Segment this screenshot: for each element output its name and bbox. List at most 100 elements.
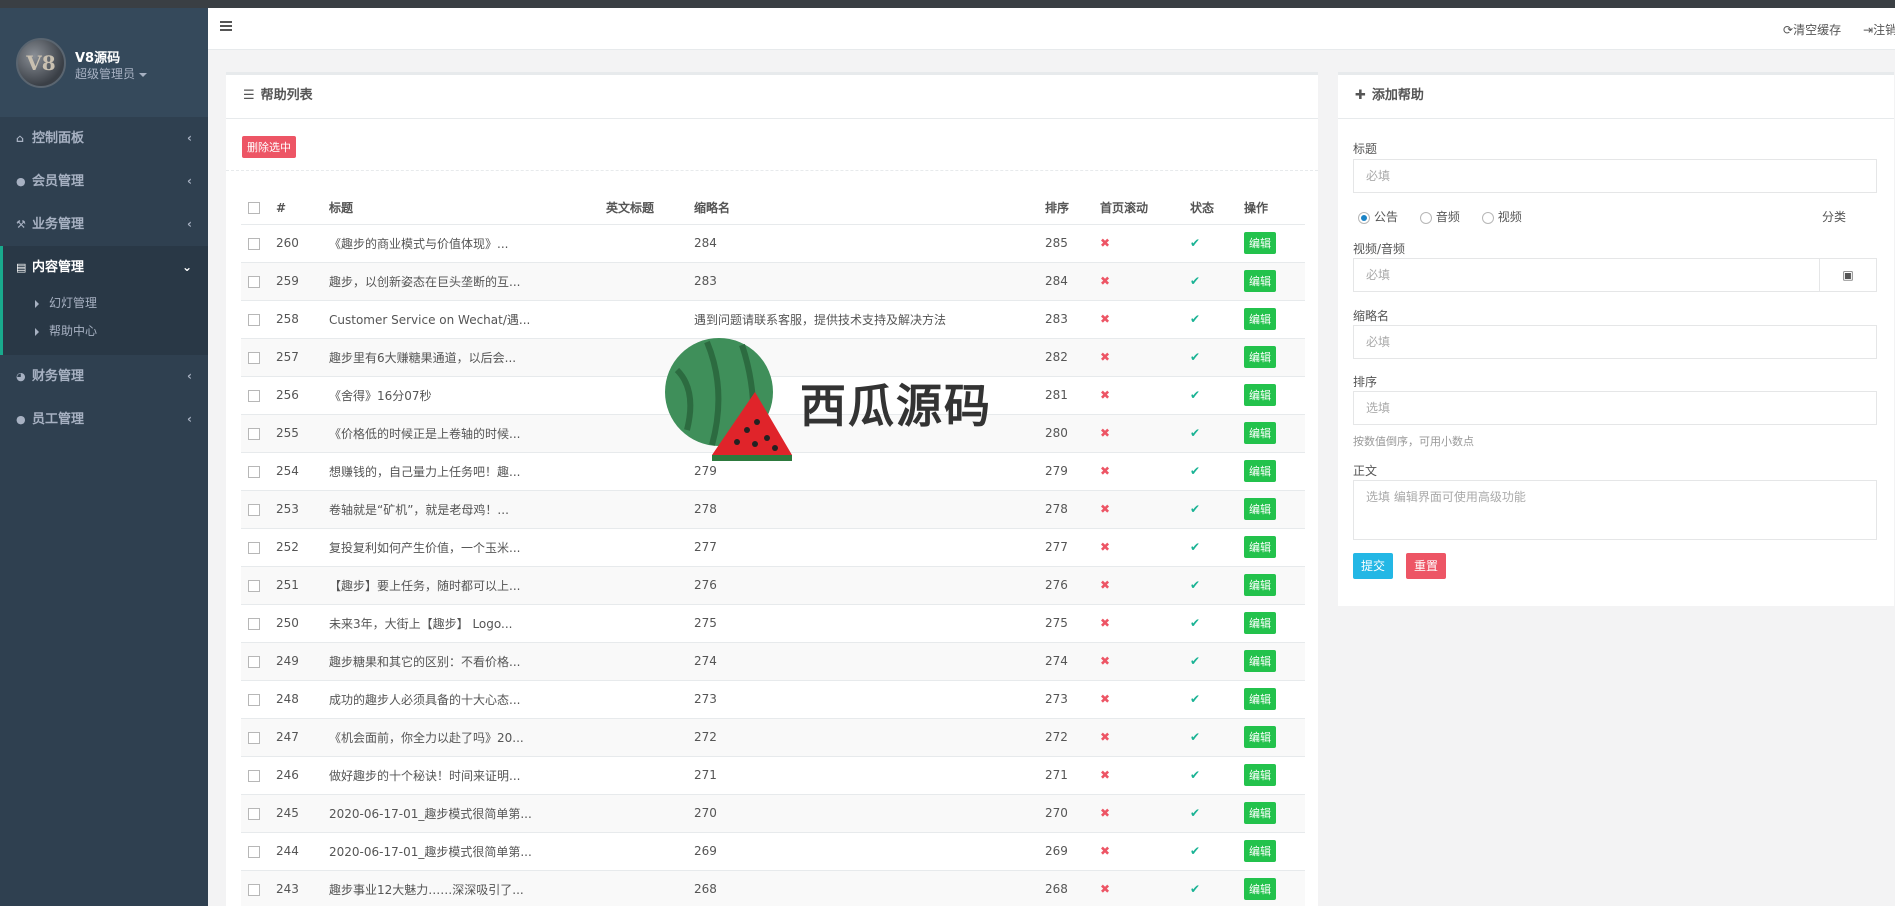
row-id: 253 <box>269 490 322 529</box>
sidebar-subitem-label: 帮助中心 <box>49 324 98 338</box>
edit-button[interactable]: 编辑 <box>1244 346 1276 368</box>
row-checkbox[interactable] <box>248 579 260 592</box>
edit-button[interactable]: 编辑 <box>1244 650 1276 672</box>
row-en-title <box>599 604 687 643</box>
row-select-cell <box>241 680 269 719</box>
radio-audio[interactable]: 音频 <box>1419 208 1460 225</box>
sidebar-item-staff[interactable]: ● 员工管理 ‹ <box>0 398 208 441</box>
title-input[interactable]: 必填 <box>1353 159 1877 193</box>
image-upload-button[interactable]: ▣ <box>1819 258 1877 292</box>
row-checkbox[interactable] <box>248 351 260 364</box>
edit-button[interactable]: 编辑 <box>1244 764 1276 786</box>
logout-link[interactable]: ⇥注销 <box>1863 21 1895 38</box>
row-title: 做好趣步的十个秘诀！时间来证明... <box>322 756 599 795</box>
cross-icon: ✖ <box>1100 464 1111 478</box>
edit-button[interactable]: 编辑 <box>1244 878 1276 900</box>
row-checkbox[interactable] <box>248 503 260 516</box>
edit-button[interactable]: 编辑 <box>1244 688 1276 710</box>
row-scroll-cell: ✖ <box>1093 680 1183 719</box>
row-id: 251 <box>269 566 322 605</box>
menu-toggle-icon[interactable] <box>220 21 232 33</box>
sidebar-item-business[interactable]: ⚒ 业务管理 ‹ <box>0 203 208 246</box>
list-icon: ☰ <box>243 88 255 103</box>
row-checkbox[interactable] <box>248 655 260 668</box>
column-header: 标题 <box>322 192 599 225</box>
row-checkbox[interactable] <box>248 731 260 744</box>
row-order: 277 <box>1038 528 1093 567</box>
edit-button[interactable]: 编辑 <box>1244 460 1276 482</box>
avatar[interactable]: V8 <box>16 38 66 88</box>
row-en-title <box>599 870 687 906</box>
row-title: 未来3年，大街上【趣步】 Logo... <box>322 604 599 643</box>
reset-button[interactable]: 重置 <box>1406 553 1447 579</box>
row-action-cell: 编辑 <box>1237 414 1305 453</box>
row-checkbox[interactable] <box>248 427 260 440</box>
submit-button[interactable]: 提交 <box>1353 553 1394 579</box>
radio-dot <box>1481 211 1494 224</box>
sidebar-item-dashboard[interactable]: ⌂ 控制面板 ‹ <box>0 117 208 160</box>
row-slug: 273 <box>687 680 1038 719</box>
body-textarea[interactable]: 选填 编辑界面可使用高级功能 <box>1353 480 1877 540</box>
profile-role-dropdown[interactable]: 超级管理员 <box>75 65 148 82</box>
order-input[interactable]: 选填 <box>1353 391 1877 425</box>
row-checkbox[interactable] <box>248 883 260 896</box>
row-select-cell <box>241 756 269 795</box>
table-header-row: # 标题 英文标题 缩略名 排序 首页滚动 状态 操作 <box>241 192 1305 225</box>
edit-button[interactable]: 编辑 <box>1244 308 1276 330</box>
edit-button[interactable]: 编辑 <box>1244 384 1276 406</box>
edit-button[interactable]: 编辑 <box>1244 574 1276 596</box>
edit-button[interactable]: 编辑 <box>1244 232 1276 254</box>
check-icon: ✔ <box>1190 806 1201 820</box>
body-label: 正文 <box>1353 464 1378 478</box>
row-status-cell: ✔ <box>1183 870 1237 906</box>
cross-icon: ✖ <box>1100 578 1111 592</box>
row-checkbox[interactable] <box>248 313 260 326</box>
edit-button[interactable]: 编辑 <box>1244 498 1276 520</box>
edit-button[interactable]: 编辑 <box>1244 422 1276 444</box>
sidebar-subitem-help-center[interactable]: 帮助中心 <box>3 317 208 345</box>
row-checkbox[interactable] <box>248 807 260 820</box>
row-en-title <box>599 680 687 719</box>
radio-announcement[interactable]: 公告 <box>1358 208 1398 225</box>
cross-icon: ✖ <box>1100 274 1111 288</box>
column-header: 状态 <box>1183 192 1237 225</box>
row-checkbox[interactable] <box>248 769 260 782</box>
edit-button[interactable]: 编辑 <box>1244 270 1276 292</box>
sidebar-item-finance[interactable]: ◕ 财务管理 ‹ <box>0 355 208 398</box>
cross-icon: ✖ <box>1100 236 1111 250</box>
edit-button[interactable]: 编辑 <box>1244 840 1276 862</box>
row-title: 《舍得》16分07秒 <box>322 376 599 415</box>
edit-button[interactable]: 编辑 <box>1244 612 1276 634</box>
watermelon-logo <box>665 338 792 461</box>
slug-input[interactable]: 必填 <box>1353 325 1877 359</box>
radio-label: 公告 <box>1374 210 1399 224</box>
sidebar-subitem-slides[interactable]: 幻灯管理 <box>3 289 208 317</box>
row-order: 279 <box>1038 452 1093 491</box>
clear-cache-link[interactable]: ⟳清空缓存 <box>1783 21 1841 38</box>
row-checkbox[interactable] <box>248 617 260 630</box>
row-select-cell <box>241 338 269 377</box>
sidebar-item-label: 内容管理 <box>32 260 85 275</box>
select-all-checkbox[interactable] <box>248 202 260 215</box>
sidebar-item-content[interactable]: ▤ 内容管理 ⌄ <box>0 246 208 289</box>
row-checkbox[interactable] <box>248 541 260 554</box>
row-checkbox[interactable] <box>248 465 260 478</box>
delete-selected-button[interactable]: 删除选中 <box>242 136 296 158</box>
media-input[interactable]: 必填 <box>1353 258 1820 292</box>
title-label: 标题 <box>1353 142 1378 156</box>
row-checkbox[interactable] <box>248 275 260 288</box>
edit-button[interactable]: 编辑 <box>1244 802 1276 824</box>
row-action-cell: 编辑 <box>1237 528 1305 567</box>
row-select-cell <box>241 452 269 491</box>
row-checkbox[interactable] <box>248 237 260 250</box>
row-checkbox[interactable] <box>248 389 260 402</box>
row-scroll-cell: ✖ <box>1093 528 1183 567</box>
row-checkbox[interactable] <box>248 845 260 858</box>
edit-button[interactable]: 编辑 <box>1244 726 1276 748</box>
radio-video[interactable]: 视频 <box>1481 208 1522 225</box>
sidebar-item-members[interactable]: ● 会员管理 ‹ <box>0 160 208 203</box>
row-order: 275 <box>1038 604 1093 643</box>
row-checkbox[interactable] <box>248 693 260 706</box>
edit-button[interactable]: 编辑 <box>1244 536 1276 558</box>
category-label: 分类 <box>1822 210 1847 224</box>
